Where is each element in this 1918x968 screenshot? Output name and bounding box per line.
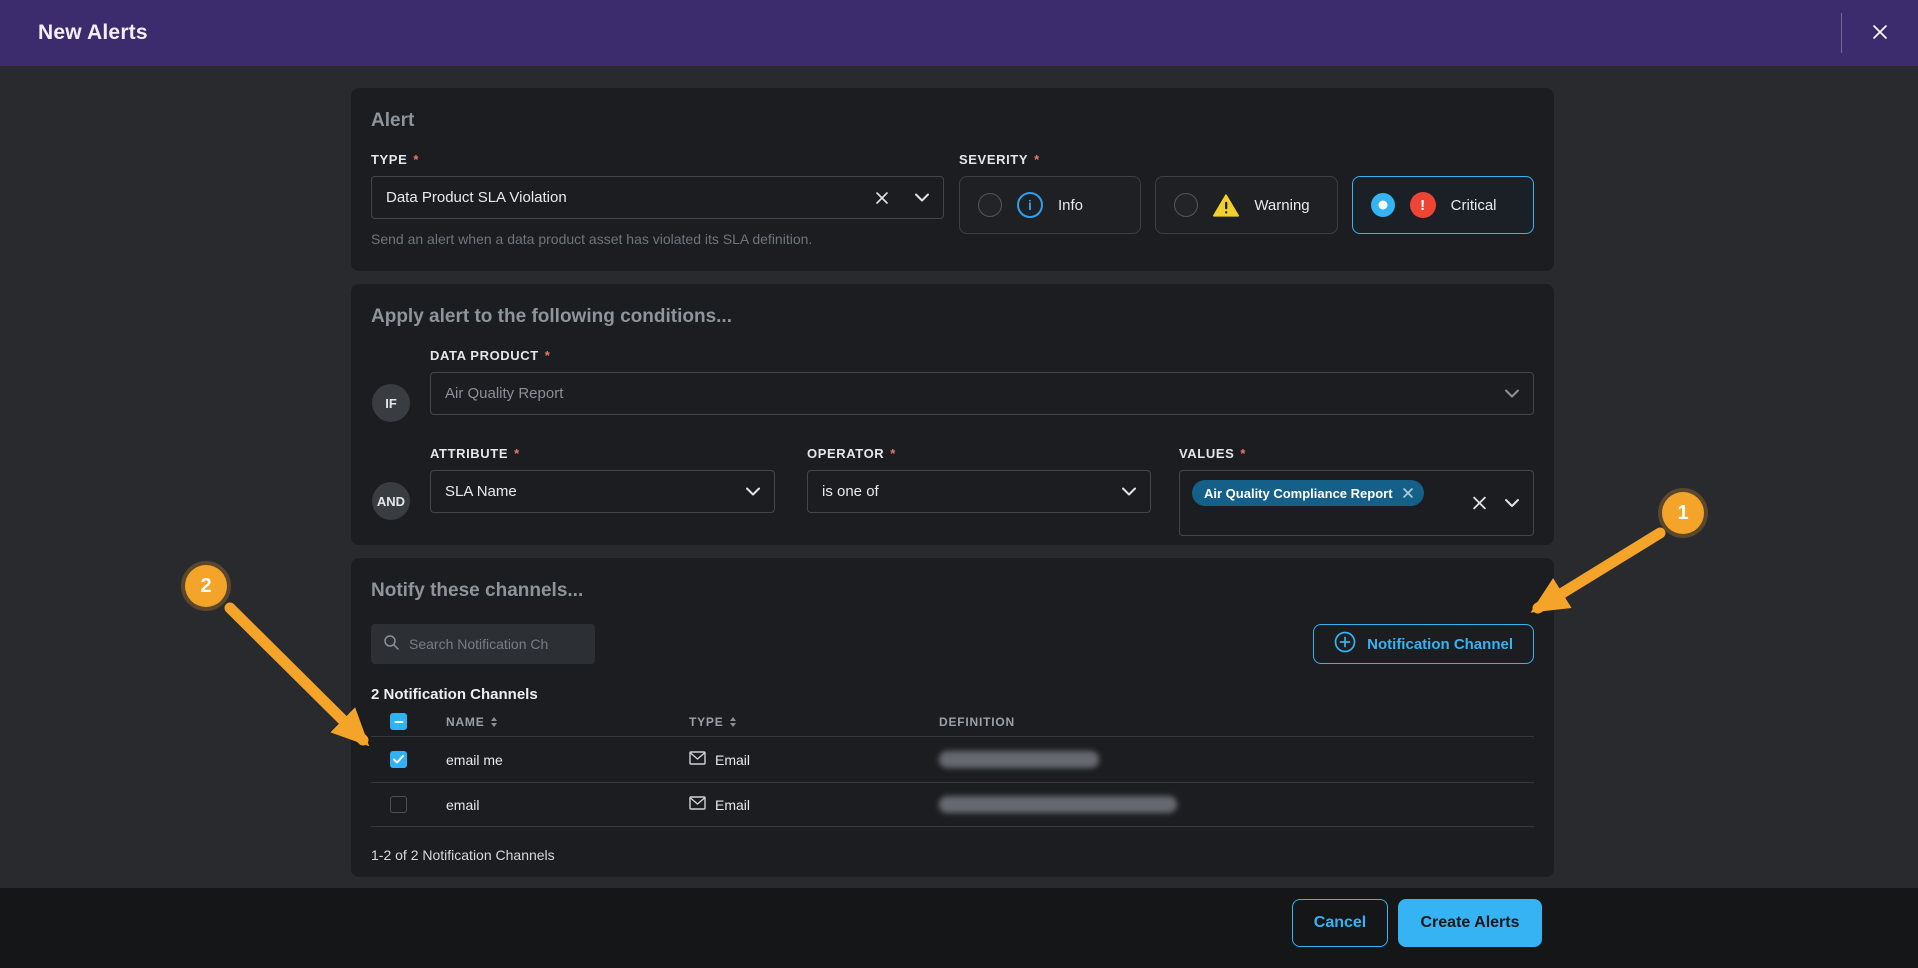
chevron-down-icon[interactable]	[1122, 487, 1136, 496]
radio-unchecked[interactable]	[978, 193, 1002, 217]
conditions-heading: Apply alert to the following conditions.…	[371, 306, 1534, 328]
severity-option-label: Info	[1058, 197, 1083, 214]
data-product-select[interactable]: Air Quality Report	[430, 372, 1534, 415]
info-icon: i	[1017, 192, 1043, 218]
modal-footer: Cancel Create Alerts	[0, 888, 1918, 968]
operator-select[interactable]: is one of	[807, 470, 1151, 513]
modal-title: New Alerts	[38, 21, 148, 45]
critical-icon: !	[1410, 192, 1436, 218]
sort-icon[interactable]	[491, 717, 497, 727]
attribute-select[interactable]: SLA Name	[430, 470, 775, 513]
chevron-down-icon[interactable]	[915, 193, 929, 202]
modal-header: New Alerts	[0, 0, 1918, 66]
severity-options: i Info Warning ! Critical	[959, 176, 1534, 234]
annotation-badge-2: 2	[185, 565, 227, 607]
operator-value: is one of	[822, 483, 1122, 500]
channel-name: email	[446, 797, 689, 813]
severity-option-critical[interactable]: ! Critical	[1352, 176, 1534, 234]
channel-type: Email	[715, 797, 750, 813]
pagination-text: 1-2 of 2 Notification Channels	[371, 847, 1534, 863]
cancel-button[interactable]: Cancel	[1292, 899, 1388, 947]
alert-type-value: Data Product SLA Violation	[386, 189, 875, 206]
type-label: TYPE*	[371, 152, 944, 167]
redacted-definition	[939, 751, 1099, 768]
table-header-row: NAME TYPE DEFINITION	[371, 707, 1534, 737]
required-asterisk: *	[545, 348, 551, 363]
plus-circle-icon	[1334, 631, 1356, 657]
severity-option-label: Warning	[1254, 197, 1309, 214]
required-asterisk: *	[413, 152, 419, 167]
alert-heading: Alert	[371, 110, 1534, 132]
clear-icon[interactable]	[875, 191, 889, 205]
notify-heading: Notify these channels...	[371, 580, 1534, 602]
channel-count: 2 Notification Channels	[371, 686, 1534, 703]
required-asterisk: *	[1240, 446, 1246, 461]
and-badge: AND	[372, 482, 410, 520]
redacted-definition	[939, 796, 1177, 813]
chevron-down-icon[interactable]	[746, 487, 760, 496]
required-asterisk: *	[890, 446, 896, 461]
severity-option-warning[interactable]: Warning	[1155, 176, 1337, 234]
email-icon	[689, 796, 706, 813]
severity-option-label: Critical	[1451, 197, 1497, 214]
operator-label: OPERATOR*	[807, 446, 1151, 461]
attribute-value: SLA Name	[445, 483, 746, 500]
value-chip: Air Quality Compliance Report	[1192, 480, 1424, 506]
conditions-section: Apply alert to the following conditions.…	[351, 284, 1554, 545]
data-product-label: DATA PRODUCT*	[430, 348, 1534, 363]
create-alerts-button[interactable]: Create Alerts	[1398, 899, 1542, 947]
warning-icon	[1213, 192, 1239, 218]
type-helper-text: Send an alert when a data product asset …	[371, 231, 944, 247]
severity-option-info[interactable]: i Info	[959, 176, 1141, 234]
table-row[interactable]: email Email	[371, 783, 1534, 827]
close-button[interactable]	[1862, 15, 1898, 51]
annotation-badge-1: 1	[1662, 492, 1704, 534]
email-icon	[689, 751, 706, 768]
data-product-value: Air Quality Report	[445, 385, 1505, 402]
notification-channels-table: NAME TYPE DEFINITION email me	[371, 707, 1534, 827]
channel-name: email me	[446, 752, 689, 768]
radio-checked[interactable]	[1371, 193, 1395, 217]
values-label: VALUES*	[1179, 446, 1534, 461]
column-header-type[interactable]: TYPE	[689, 715, 939, 729]
chevron-down-icon[interactable]	[1505, 389, 1519, 398]
column-header-name[interactable]: NAME	[446, 715, 689, 729]
header-divider	[1841, 13, 1842, 53]
notify-section: Notify these channels... Notification Ch…	[351, 558, 1554, 877]
row-checkbox-unchecked[interactable]	[390, 796, 407, 813]
alert-type-select[interactable]: Data Product SLA Violation	[371, 176, 944, 219]
alert-section: Alert TYPE* Data Product SLA Violation S…	[351, 88, 1554, 271]
channel-type: Email	[715, 752, 750, 768]
column-header-definition: DEFINITION	[939, 715, 1534, 729]
radio-unchecked[interactable]	[1174, 193, 1198, 217]
required-asterisk: *	[514, 446, 520, 461]
if-badge: IF	[372, 384, 410, 422]
sort-icon[interactable]	[730, 717, 736, 727]
required-asterisk: *	[1034, 152, 1040, 167]
severity-label: SEVERITY*	[959, 152, 1534, 167]
chip-remove-icon[interactable]	[1402, 487, 1414, 499]
attribute-label: ATTRIBUTE*	[430, 446, 775, 461]
close-icon	[1871, 23, 1889, 44]
table-row[interactable]: email me Email	[371, 737, 1534, 783]
value-chip-label: Air Quality Compliance Report	[1204, 486, 1393, 501]
search-input[interactable]	[409, 636, 569, 652]
